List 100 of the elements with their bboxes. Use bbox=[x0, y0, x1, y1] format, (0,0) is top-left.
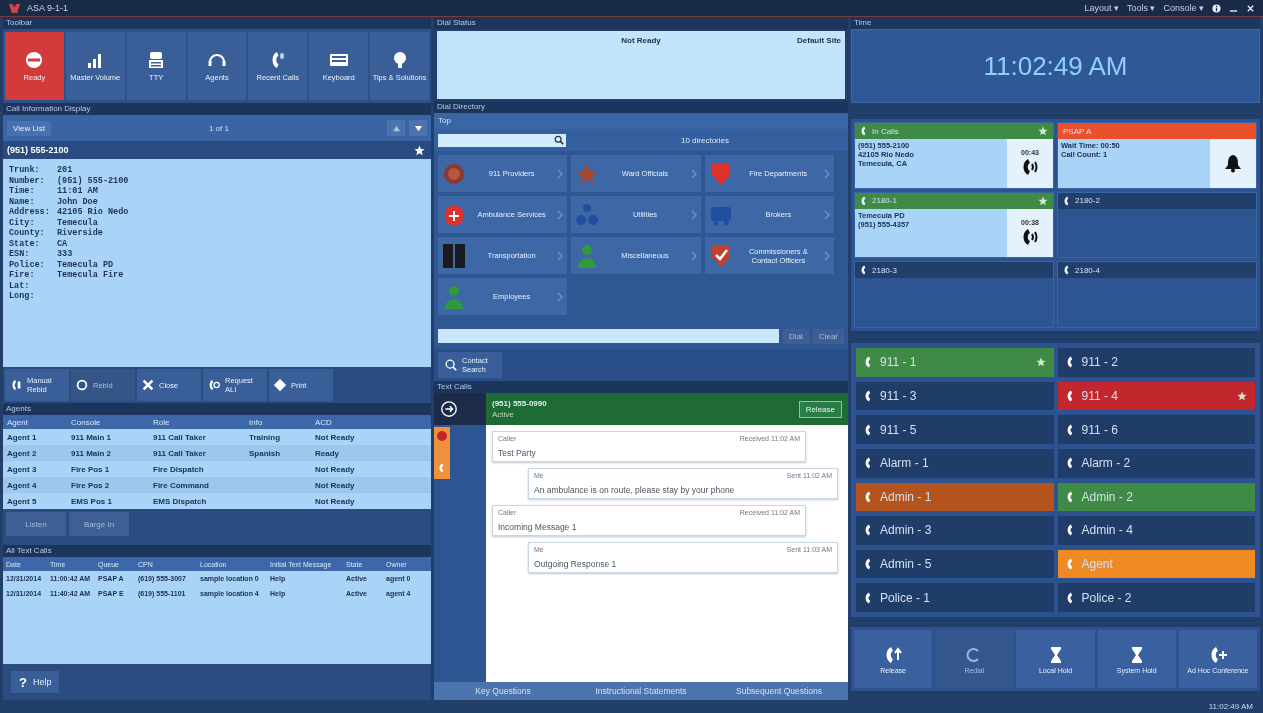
detail-value: Temecula bbox=[57, 217, 98, 228]
line-button[interactable]: Admin - 4 bbox=[1057, 516, 1255, 545]
door-icon bbox=[442, 242, 466, 269]
line-button[interactable]: 911 - 6 bbox=[1057, 415, 1255, 444]
table-cell-text: Fire Pos 1 bbox=[71, 464, 111, 474]
detail-label: County: bbox=[9, 228, 46, 239]
line-header: PSAP A bbox=[1058, 123, 1256, 139]
column-header[interactable]: Info bbox=[249, 417, 315, 427]
line-button[interactable]: Admin - 2 bbox=[1057, 482, 1255, 512]
chevron-icon bbox=[824, 209, 830, 220]
table-cell-text: Agent 2 bbox=[7, 448, 38, 458]
chevron-icon bbox=[557, 168, 564, 179]
line-button[interactable]: 911 - 4 bbox=[1057, 381, 1255, 411]
message-text: Incoming Message 1 bbox=[498, 522, 578, 532]
star-icon[interactable] bbox=[414, 144, 425, 156]
phone-icon bbox=[1063, 265, 1070, 276]
phone-icon bbox=[1065, 356, 1074, 369]
detail-label: Lat: bbox=[9, 280, 31, 291]
search-field[interactable] bbox=[438, 133, 566, 147]
detail-label: ESN: bbox=[9, 249, 31, 260]
phone-icon bbox=[1063, 195, 1070, 206]
chevron-icon bbox=[557, 209, 564, 220]
line-button[interactable]: 911 - 3 bbox=[856, 381, 1054, 411]
circle-icon bbox=[75, 378, 89, 392]
table-cell-text: Training bbox=[249, 432, 282, 442]
menu-item[interactable]: Console ▾ bbox=[1163, 3, 1204, 13]
line-button[interactable]: 911 - 5 bbox=[856, 415, 1054, 444]
line-button[interactable]: Alarm - 1 bbox=[856, 448, 1054, 478]
line-header: 2180-4 bbox=[1058, 262, 1256, 279]
phone-icon bbox=[864, 389, 872, 402]
table-cell-text: Agent 4 bbox=[7, 480, 38, 490]
status-time: 11:02:49 AM bbox=[1208, 702, 1253, 711]
detail-label: Trunk: bbox=[9, 165, 41, 176]
info-icon[interactable] bbox=[1212, 3, 1221, 13]
phone-icon bbox=[1065, 591, 1074, 604]
table-cell-text: Spanish bbox=[249, 448, 282, 458]
message-text: Test Party bbox=[498, 448, 537, 458]
chevron-icon bbox=[690, 168, 697, 179]
message-text: An ambulance is on route, please stay by your phone bbox=[534, 485, 736, 495]
tab[interactable]: Key Questions bbox=[434, 682, 572, 700]
text-call-card[interactable] bbox=[434, 427, 450, 479]
diamond-icon bbox=[273, 378, 287, 392]
breadcrumb-link[interactable]: Top bbox=[438, 116, 451, 125]
chevron-icon bbox=[557, 250, 564, 261]
column-header[interactable]: ACD bbox=[315, 417, 427, 427]
section-header: Dial Directory bbox=[434, 101, 848, 113]
chevron-icon bbox=[690, 250, 697, 261]
dial-field[interactable] bbox=[438, 329, 780, 343]
detail-value: Riverside bbox=[57, 228, 103, 239]
column-header[interactable]: Role bbox=[153, 417, 249, 427]
table-cell-text: EMS Pos 1 bbox=[71, 496, 113, 506]
line-button[interactable]: Alarm - 2 bbox=[1057, 448, 1255, 478]
help-button[interactable]: ? Help bbox=[11, 671, 60, 693]
dial-button[interactable]: Dial bbox=[783, 328, 809, 344]
line-button[interactable]: Admin - 5 bbox=[856, 549, 1054, 579]
chevron-icon bbox=[824, 168, 830, 179]
dial-state: Not Ready bbox=[621, 36, 661, 45]
next-button[interactable] bbox=[409, 120, 427, 136]
section-header: Dial Status bbox=[434, 17, 848, 29]
table-cell-text: Ready bbox=[315, 448, 340, 458]
line-button[interactable]: Admin - 3 bbox=[856, 516, 1054, 545]
phone-icon bbox=[864, 490, 872, 503]
line-tile[interactable]: 2180-2 bbox=[1057, 191, 1257, 259]
view-list-button[interactable]: View List bbox=[7, 120, 51, 136]
search-icon bbox=[444, 358, 458, 372]
detail-value: (951) 555-2100 bbox=[57, 175, 129, 186]
line-button[interactable]: Police - 2 bbox=[1057, 583, 1255, 612]
detail-label: City: bbox=[9, 217, 36, 228]
column-header[interactable]: Console bbox=[71, 417, 153, 427]
line-tile[interactable]: 2180-3 bbox=[854, 261, 1054, 328]
close-icon[interactable] bbox=[1246, 3, 1255, 13]
phone-icon bbox=[1065, 558, 1074, 571]
phone-icon bbox=[864, 423, 872, 436]
line-button[interactable]: Admin - 1 bbox=[856, 482, 1054, 512]
clear-button[interactable]: Clear bbox=[812, 328, 844, 344]
menu-item[interactable]: Tools ▾ bbox=[1126, 3, 1156, 13]
detail-label: Address: bbox=[9, 207, 51, 218]
menu-item[interactable]: Layout ▾ bbox=[1084, 3, 1119, 13]
tab[interactable]: Instructional Statements bbox=[572, 682, 710, 700]
detail-label: Number: bbox=[9, 175, 46, 186]
detail-value: 201 bbox=[57, 165, 73, 176]
search-icon[interactable] bbox=[554, 135, 564, 145]
column-header[interactable]: Agent bbox=[7, 417, 71, 427]
line-button[interactable]: 911 - 2 bbox=[1057, 348, 1255, 377]
site-name: Default Site bbox=[797, 36, 841, 45]
phone-icon bbox=[860, 265, 867, 276]
table-cell-text: Agent 1 bbox=[7, 432, 38, 442]
release-button[interactable]: Release bbox=[798, 400, 842, 418]
line-button[interactable]: 911 - 1 bbox=[856, 348, 1054, 377]
phone-icon bbox=[1065, 490, 1074, 503]
table-cell-text: 911 Main 1 bbox=[71, 432, 113, 442]
line-header: 2180-3 bbox=[855, 262, 1053, 279]
arrow-circle-icon[interactable] bbox=[440, 400, 458, 418]
message-text: Outgoing Response 1 bbox=[534, 559, 618, 569]
section-header: Call Information Display bbox=[3, 103, 431, 115]
line-tile[interactable]: 2180-4 bbox=[1057, 261, 1257, 328]
tab[interactable]: Subsequent Questions bbox=[710, 682, 848, 700]
previous-button[interactable] bbox=[387, 120, 405, 136]
table-cell-text: 911 Call Taker bbox=[153, 432, 207, 442]
line-button[interactable]: Police - 1 bbox=[856, 583, 1054, 612]
